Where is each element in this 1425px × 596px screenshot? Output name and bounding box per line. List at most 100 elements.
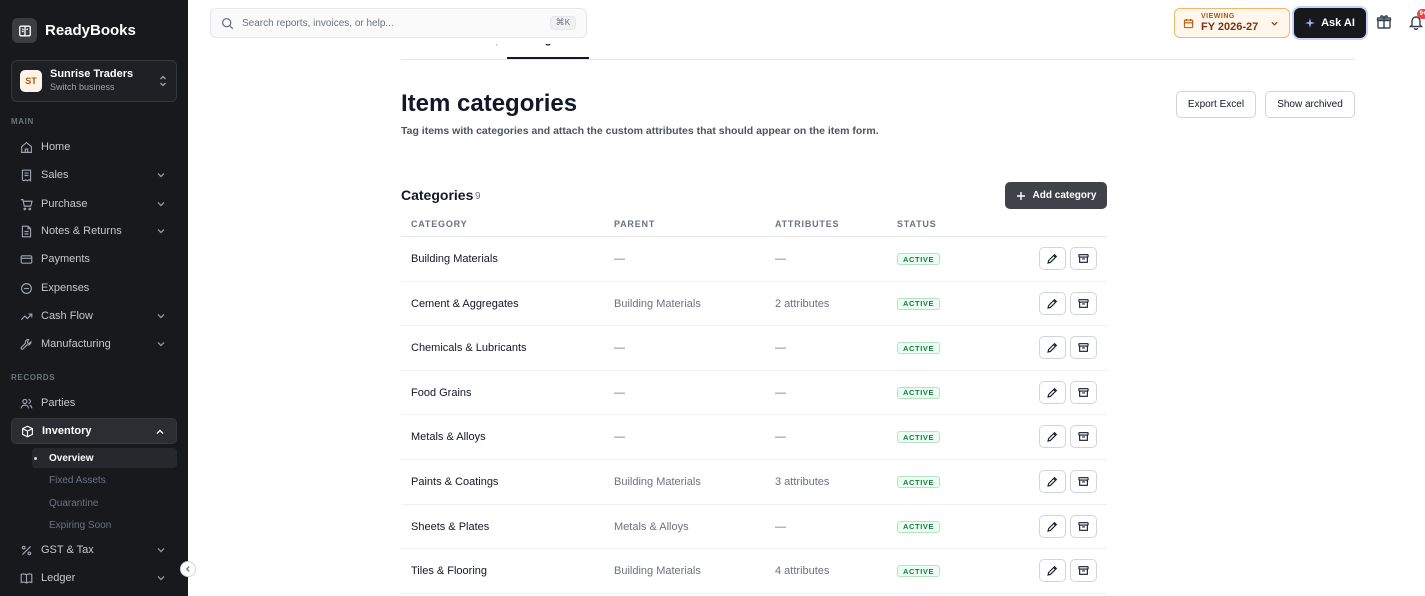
sidebar-item-label: Parties — [41, 397, 76, 409]
archive-icon — [1078, 521, 1089, 531]
sidebar-item-gst-tax[interactable]: GST & Tax — [11, 538, 177, 562]
archive-category-button[interactable] — [1070, 470, 1097, 493]
table-row[interactable]: Building Materials — — ACTIVE — [401, 237, 1107, 282]
table-row[interactable]: Tiles & Flooring Building Materials 4 attr… — [401, 549, 1107, 594]
sidebar-item-sales[interactable]: Sales — [11, 163, 177, 187]
sidebar-item-cash-flow[interactable]: Cash Flow — [11, 304, 177, 328]
archive-category-button[interactable] — [1070, 559, 1097, 583]
category-attributes: 4 attributes — [775, 565, 830, 578]
chevron-updown-icon — [160, 75, 166, 87]
archive-category-button[interactable] — [1070, 336, 1097, 360]
category-parent: — — [614, 253, 625, 265]
business-switcher[interactable]: ST Sunrise Traders Switch business — [11, 60, 177, 102]
chevron-down-icon — [157, 229, 165, 234]
sidebar-sub-expiring-soon[interactable]: Expiring Soon — [32, 515, 177, 535]
pencil-icon — [1047, 432, 1058, 443]
category-parent: — — [614, 431, 625, 444]
column-header-status[interactable]: STATUS — [897, 219, 936, 229]
business-avatar: ST — [20, 70, 42, 92]
collapse-sidebar-button[interactable] — [180, 561, 196, 577]
search-icon — [221, 17, 234, 29]
archive-icon — [1078, 298, 1089, 308]
book-icon — [20, 572, 33, 584]
category-name: Metals & Alloys — [411, 431, 486, 444]
edit-category-button[interactable] — [1039, 291, 1066, 315]
ask-ai-button[interactable]: Ask AI — [1294, 8, 1366, 38]
sidebar-item-label: Payments — [41, 253, 90, 265]
sidebar-item-expenses[interactable]: Expenses — [11, 276, 177, 300]
chevron-up-icon — [156, 429, 164, 434]
edit-category-button[interactable] — [1039, 514, 1066, 538]
column-header-parent[interactable]: PARENT — [614, 219, 655, 229]
chevron-down-icon — [157, 173, 165, 178]
brand[interactable]: ReadyBooks — [12, 18, 136, 43]
sidebar-item-label: Manufacturing — [41, 338, 111, 350]
category-name: Building Materials — [411, 253, 498, 265]
sidebar-sub-label: Quarantine — [49, 497, 99, 509]
plus-icon — [1016, 191, 1025, 200]
sidebar-item-notes-returns[interactable]: Notes & Returns — [11, 219, 177, 243]
table-header: CATEGORY PARENT ATTRIBUTES STATUS — [401, 212, 1107, 237]
pencil-icon — [1047, 387, 1058, 398]
brand-name: ReadyBooks — [45, 22, 136, 39]
sidebar-item-purchase[interactable]: Purchase — [11, 192, 177, 216]
sidebar-item-ledger[interactable]: Ledger — [11, 566, 177, 590]
gift-icon[interactable] — [1376, 14, 1392, 30]
archive-category-button[interactable] — [1070, 514, 1097, 538]
add-category-button[interactable]: Add category — [1005, 182, 1107, 209]
table-row[interactable]: Cement & Aggregates Building Materials 2 a… — [401, 282, 1107, 327]
edit-category-button[interactable] — [1039, 425, 1066, 449]
search-input[interactable] — [242, 17, 550, 29]
archive-category-button[interactable] — [1070, 291, 1097, 315]
sidebar-item-home[interactable]: Home — [11, 135, 177, 159]
sidebar-item-parties[interactable]: Parties — [11, 391, 177, 415]
table-row[interactable]: Chemicals & Lubricants — — ACTIVE — [401, 326, 1107, 371]
archive-category-button[interactable] — [1070, 247, 1097, 270]
fiscal-year-selector[interactable]: VIEWING FY 2026-27 — [1174, 8, 1290, 38]
table-row[interactable]: Food Grains — — ACTIVE — [401, 371, 1107, 416]
sidebar-item-label: Notes & Returns — [41, 225, 122, 237]
sidebar-item-label: Inventory — [42, 425, 92, 437]
edit-category-button[interactable] — [1039, 470, 1066, 493]
chevron-down-icon — [157, 576, 165, 581]
ask-ai-label: Ask AI — [1321, 17, 1355, 29]
sidebar-item-label: Ledger — [41, 572, 76, 584]
edit-category-button[interactable] — [1039, 380, 1066, 404]
trend-icon — [20, 312, 33, 320]
column-header-category[interactable]: CATEGORY — [411, 219, 467, 229]
show-archived-button[interactable]: Show archived — [1265, 91, 1355, 118]
sidebar-item-manufacturing[interactable]: Manufacturing — [11, 332, 177, 356]
chevron-down-icon — [1271, 21, 1278, 26]
edit-category-button[interactable] — [1039, 336, 1066, 360]
archive-icon — [1078, 254, 1089, 263]
edit-category-button[interactable] — [1039, 247, 1066, 270]
search-shortcut: ⌘K — [549, 16, 576, 30]
categories-title: Categories — [401, 187, 474, 203]
export-excel-button[interactable]: Export Excel — [1176, 91, 1256, 118]
chevron-left-icon — [185, 566, 190, 572]
page-subtitle: Tag items with categories and attach the… — [401, 125, 879, 137]
sidebar-item-inventory[interactable]: Inventory — [11, 418, 177, 444]
category-name: Cement & Aggregates — [411, 297, 519, 310]
receipt-icon — [21, 169, 32, 182]
active-dot — [34, 457, 37, 460]
add-category-label: Add category — [1032, 190, 1097, 201]
column-header-attributes[interactable]: ATTRIBUTES — [775, 219, 839, 229]
table-row[interactable]: Metals & Alloys — — ACTIVE — [401, 415, 1107, 460]
users-icon — [20, 398, 33, 408]
notification-badge: 9+ — [1417, 9, 1425, 19]
sidebar-sub-quarantine[interactable]: Quarantine — [32, 493, 177, 513]
section-label-records: RECORDS — [11, 373, 56, 382]
table-row[interactable]: Sheets & Plates Metals & Alloys — ACTIVE — [401, 505, 1107, 550]
archive-category-button[interactable] — [1070, 425, 1097, 449]
table-row[interactable]: Paints & Coatings Building Materials 3 att… — [401, 460, 1107, 505]
home-icon — [21, 141, 32, 153]
sidebar-sub-fixed-assets[interactable]: Fixed Assets — [32, 470, 177, 490]
archive-category-button[interactable] — [1070, 380, 1097, 404]
edit-category-button[interactable] — [1039, 559, 1066, 583]
sidebar-sub-overview[interactable]: Overview — [32, 448, 177, 468]
category-attributes: — — [775, 520, 786, 533]
search-bar[interactable]: ⌘K — [210, 8, 587, 38]
wrench-icon — [20, 338, 32, 350]
sidebar-item-payments[interactable]: Payments — [11, 247, 177, 271]
